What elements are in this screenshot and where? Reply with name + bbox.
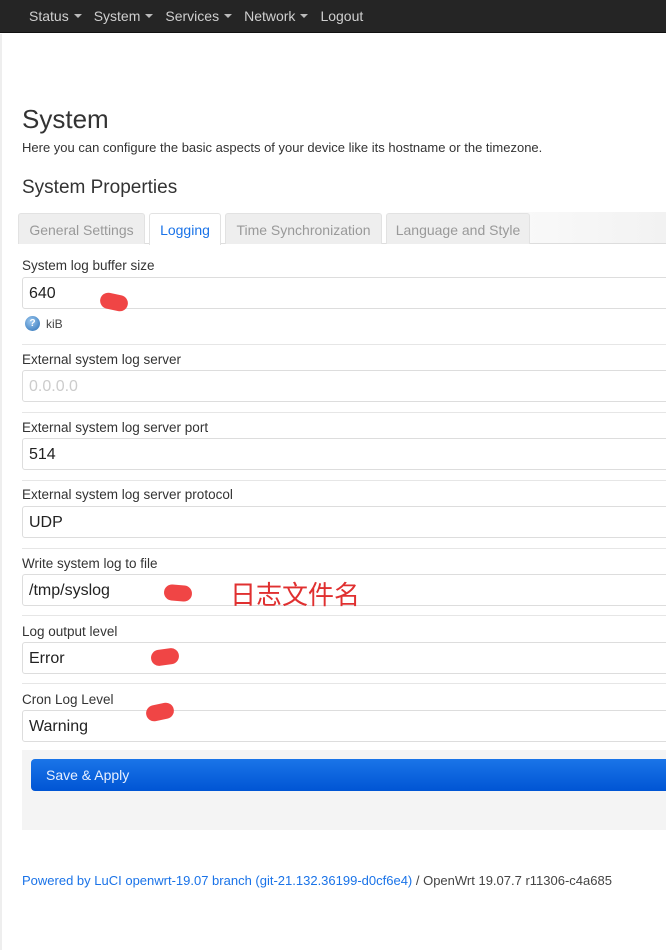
divider bbox=[22, 683, 666, 684]
divider bbox=[22, 548, 666, 549]
log-port-label: External system log server port bbox=[22, 420, 209, 435]
menu-logout[interactable]: Logout bbox=[320, 8, 363, 24]
tab-language-and-style[interactable]: Language and Style bbox=[386, 213, 530, 244]
log-protocol-label: External system log server protocol bbox=[22, 487, 233, 502]
top-nav: Status System Services Network Logout bbox=[0, 0, 666, 33]
cron-level-label: Cron Log Level bbox=[22, 692, 114, 707]
menu-status[interactable]: Status bbox=[29, 8, 82, 24]
divider bbox=[22, 615, 666, 616]
caret-down-icon bbox=[145, 14, 154, 18]
tab-logging[interactable]: Logging bbox=[149, 213, 221, 245]
handwritten-annotation: 日志文件名 bbox=[230, 581, 361, 611]
help-text: kiB bbox=[46, 316, 63, 331]
log-server-label: External system log server bbox=[22, 352, 182, 367]
menu-system[interactable]: System bbox=[94, 8, 154, 24]
buffer-size-label: System log buffer size bbox=[22, 258, 155, 273]
log-server-input[interactable]: 0.0.0.0 bbox=[22, 370, 666, 402]
menu-services[interactable]: Services bbox=[165, 8, 233, 24]
buffer-size-help: ? kiB bbox=[25, 316, 63, 331]
section-title: System Properties bbox=[22, 177, 178, 198]
left-border bbox=[0, 34, 2, 950]
help-icon: ? bbox=[25, 316, 40, 331]
log-protocol-select[interactable]: UDP bbox=[22, 506, 666, 538]
divider bbox=[22, 412, 666, 413]
version-text: / OpenWrt 19.07.7 r11306-c4a685 bbox=[412, 873, 612, 888]
menu-label: Network bbox=[244, 8, 296, 24]
caret-down-icon bbox=[224, 14, 233, 18]
cron-level-select[interactable]: Warning bbox=[22, 710, 666, 742]
red-mark bbox=[163, 583, 193, 603]
caret-down-icon bbox=[300, 14, 309, 18]
luci-link[interactable]: Powered by LuCI openwrt-19.07 branch (gi… bbox=[22, 873, 412, 888]
log-file-label: Write system log to file bbox=[22, 556, 158, 571]
tab-bar: General Settings Logging Time Synchroniz… bbox=[18, 212, 666, 245]
tab-time-synchronization[interactable]: Time Synchronization bbox=[225, 213, 382, 244]
footer: Powered by LuCI openwrt-19.07 branch (gi… bbox=[22, 873, 612, 888]
divider bbox=[22, 480, 666, 481]
log-level-select[interactable]: Error bbox=[22, 642, 666, 674]
page-description: Here you can configure the basic aspects… bbox=[22, 140, 543, 155]
save-apply-button[interactable]: Save & Apply bbox=[31, 759, 666, 791]
menu-label: System bbox=[93, 8, 141, 24]
log-level-label: Log output level bbox=[22, 624, 118, 639]
menu-network[interactable]: Network bbox=[244, 8, 309, 24]
menu-label: Services bbox=[165, 8, 220, 24]
page-title: System bbox=[22, 104, 109, 134]
menu-label: Status bbox=[29, 8, 69, 24]
tab-general-settings[interactable]: General Settings bbox=[18, 213, 145, 244]
caret-down-icon bbox=[73, 14, 82, 18]
log-port-input[interactable]: 514 bbox=[22, 438, 666, 470]
divider bbox=[22, 344, 666, 345]
